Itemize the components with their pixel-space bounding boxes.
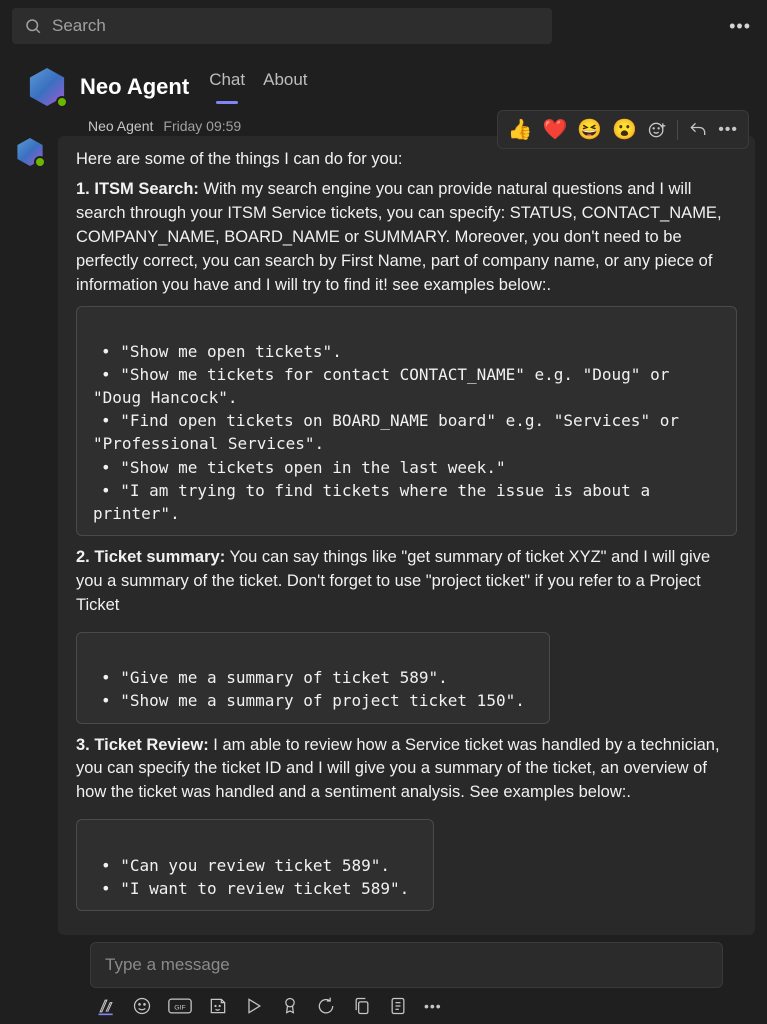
loop-icon[interactable] <box>316 996 336 1016</box>
toolbar-more-icon[interactable]: ••• <box>424 998 442 1014</box>
reaction-bar: 👍 ❤️ 😆 😮 ••• <box>497 110 749 149</box>
emoji-icon[interactable] <box>132 996 152 1016</box>
bot-name: Neo Agent <box>80 74 189 100</box>
reply-icon[interactable] <box>688 120 708 140</box>
compose-input[interactable] <box>105 955 708 975</box>
reaction-laugh[interactable]: 😆 <box>577 117 602 142</box>
tab-about[interactable]: About <box>263 70 307 104</box>
message-sender: Neo Agent <box>88 118 153 134</box>
intro-text: Here are some of the things I can do for… <box>76 148 737 172</box>
message-avatar <box>16 138 44 166</box>
gif-icon[interactable]: GIF <box>168 996 192 1016</box>
copy-icon[interactable] <box>352 996 372 1016</box>
examples-block-3: • "Can you review ticket 589". • "I want… <box>76 819 434 911</box>
search-input[interactable] <box>52 16 540 36</box>
bot-avatar <box>28 68 66 106</box>
search-icon <box>24 17 42 35</box>
sticker-icon[interactable] <box>208 996 228 1016</box>
tab-chat[interactable]: Chat <box>209 70 245 104</box>
praise-icon[interactable] <box>280 996 300 1016</box>
format-icon[interactable] <box>96 996 116 1016</box>
stream-icon[interactable] <box>244 996 264 1016</box>
more-actions-icon[interactable]: ••• <box>718 121 738 139</box>
svg-text:GIF: GIF <box>174 1004 185 1011</box>
message-bubble: Here are some of the things I can do for… <box>58 136 755 935</box>
search-box[interactable] <box>12 8 552 44</box>
message-time: Friday 09:59 <box>163 118 241 134</box>
reaction-surprised[interactable]: 😮 <box>612 117 637 142</box>
approvals-icon[interactable] <box>388 996 408 1016</box>
compose-box[interactable] <box>90 942 723 988</box>
reaction-heart[interactable]: ❤️ <box>542 117 567 142</box>
more-icon[interactable]: ••• <box>729 16 751 37</box>
add-reaction-icon[interactable] <box>647 120 667 140</box>
reaction-like[interactable]: 👍 <box>508 117 533 142</box>
examples-block-1: • "Show me open tickets". • "Show me tic… <box>76 306 737 537</box>
examples-block-2: • "Give me a summary of ticket 589". • "… <box>76 632 550 724</box>
